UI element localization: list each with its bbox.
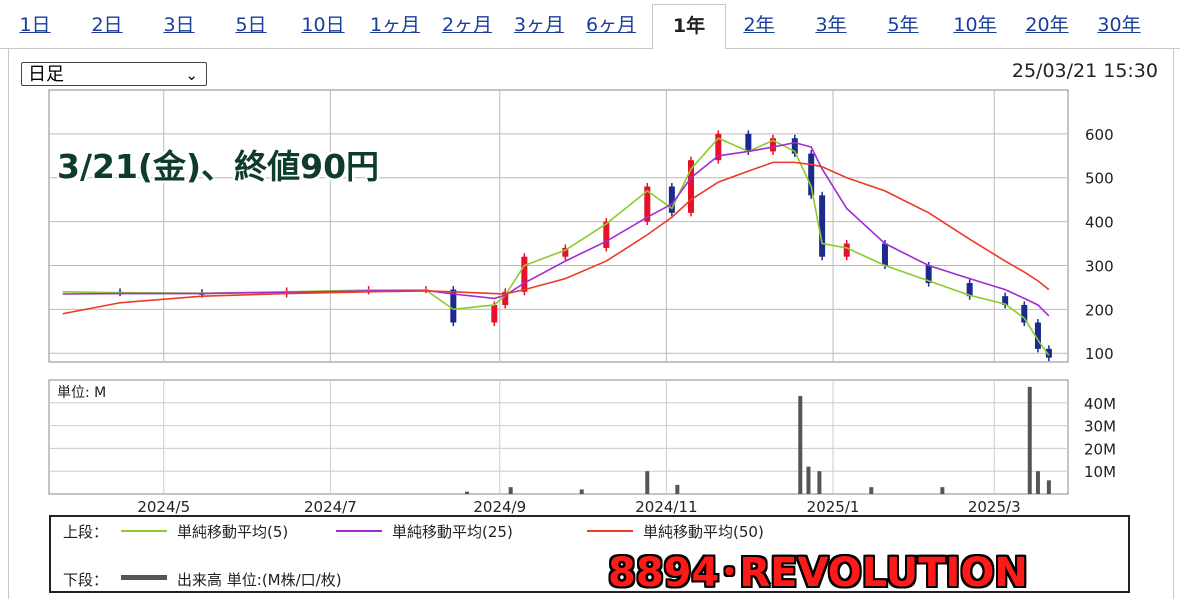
tab-0[interactable]: 1日 xyxy=(0,4,70,46)
legend-upper-label: 上段： xyxy=(63,523,109,541)
tab-6[interactable]: 2ヶ月 xyxy=(432,4,502,46)
tab-8[interactable]: 6ヶ月 xyxy=(576,4,646,46)
tab-2[interactable]: 3日 xyxy=(144,4,214,46)
brand-banner: 8894･REVOLUTION xyxy=(608,550,1028,596)
tab-12[interactable]: 5年 xyxy=(868,4,938,46)
period-tab-bar: 1日 2日 3日 5日 10日 1ヶ月 2ヶ月 3ヶ月 6ヶ月 1年 2年 3年 5年 10年 20年 30年 xyxy=(0,0,1180,49)
tab-7[interactable]: 3ヶ月 xyxy=(504,4,574,46)
legend-sma5-swatch xyxy=(121,530,167,532)
legend-sma25-swatch xyxy=(336,530,382,532)
legend-sma5-label: 単純移動平均(5) xyxy=(177,523,289,541)
tab-15[interactable]: 30年 xyxy=(1084,4,1154,46)
legend-sma50-swatch xyxy=(587,530,633,532)
tab-14[interactable]: 20年 xyxy=(1012,4,1082,46)
tab-11[interactable]: 3年 xyxy=(796,4,866,46)
legend-sma25-label: 単純移動平均(25) xyxy=(392,523,513,541)
tab-9[interactable]: 1年 xyxy=(652,4,726,49)
tab-4[interactable]: 10日 xyxy=(288,4,358,46)
period-select[interactable]: 日足 ⌄ xyxy=(21,62,207,86)
tab-10[interactable]: 2年 xyxy=(724,4,794,46)
timestamp: 25/03/21 15:30 xyxy=(1011,60,1158,82)
tab-3[interactable]: 5日 xyxy=(216,4,286,46)
legend-volume-label: 出来高 単位:(M株/口/枚) xyxy=(177,571,342,589)
tab-1[interactable]: 2日 xyxy=(72,4,142,46)
legend-volume-swatch xyxy=(121,575,167,580)
tab-5[interactable]: 1ヶ月 xyxy=(360,4,430,46)
period-select-value: 日足 xyxy=(28,64,64,85)
chevron-down-icon: ⌄ xyxy=(185,66,198,84)
legend-lower-label: 下段： xyxy=(63,571,109,589)
tab-13[interactable]: 10年 xyxy=(940,4,1010,46)
close-price-annotation: 3/21(金)、終値90円 xyxy=(57,147,380,186)
legend-sma50-label: 単純移動平均(50) xyxy=(643,523,764,541)
